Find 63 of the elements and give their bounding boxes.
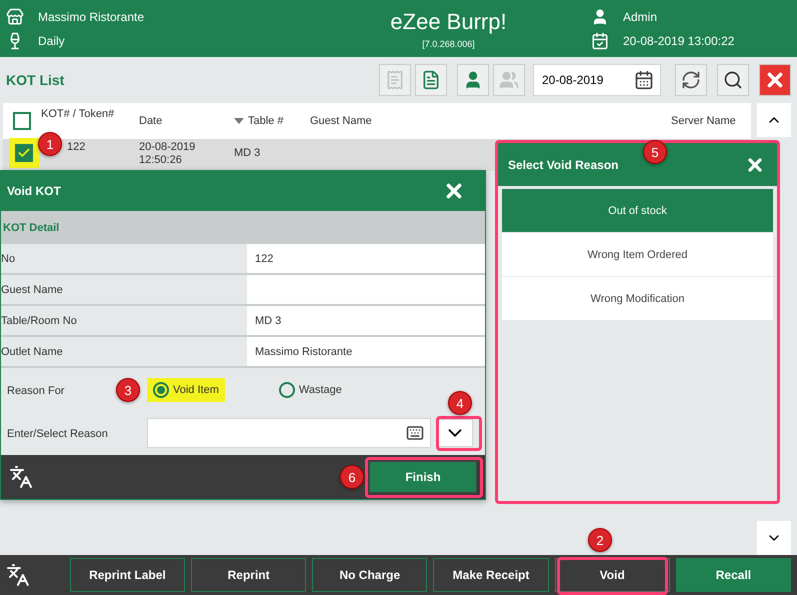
language-icon[interactable]: [6, 563, 30, 587]
radio-option[interactable]: Void Item: [147, 378, 225, 402]
field-label: Outlet Name: [1, 344, 64, 360]
keyboard-icon[interactable]: [406, 424, 424, 442]
refresh-button[interactable]: [675, 64, 707, 96]
sort-icon: [234, 118, 244, 124]
action-button[interactable]: Reprint Label: [70, 558, 186, 592]
reason-option[interactable]: Wrong Modification: [502, 277, 773, 321]
table-cell: 122: [67, 141, 86, 154]
field-value: MD 3: [247, 306, 485, 335]
language-icon[interactable]: [9, 465, 33, 489]
check-icon: [17, 146, 31, 160]
date-time: 20-08-2019 13:00:22: [623, 34, 734, 48]
users-icon: [499, 70, 519, 90]
dialog-title: Void KOT: [7, 184, 61, 198]
field-label: No: [1, 252, 16, 266]
field-label: Reason For: [7, 384, 64, 396]
view-button[interactable]: [415, 64, 447, 96]
column-header[interactable]: Guest Name: [310, 115, 671, 127]
outlet-name: Massimo Ristorante: [38, 10, 144, 24]
receipt-icon: [385, 70, 405, 90]
reason-option[interactable]: Out of stock: [502, 189, 773, 233]
search-icon: [723, 70, 743, 90]
page-title: KOT List: [6, 72, 66, 88]
radio-option[interactable]: Wastage: [272, 378, 348, 402]
action-button[interactable]: Make Receipt: [433, 558, 549, 592]
column-header[interactable]: Table #: [234, 115, 310, 127]
date-field[interactable]: 20-08-2019: [533, 64, 661, 96]
close-button[interactable]: [759, 64, 791, 96]
column-header[interactable]: Date: [139, 115, 234, 127]
column-header[interactable]: KOT# / Token#: [41, 103, 139, 120]
table-cell-text: 20-08-2019 12:50:26: [139, 141, 196, 167]
field-label: Table/Room No: [1, 314, 78, 328]
dropdown-button[interactable]: [437, 418, 473, 446]
table-cell-text: MD 3: [234, 146, 262, 160]
field-label: Guest Name: [1, 282, 64, 298]
user-icon: [591, 8, 609, 26]
finish-button[interactable]: Finish: [369, 461, 477, 493]
version-label: [7.0.268.006]: [422, 38, 475, 48]
calendar-icon: [634, 70, 654, 90]
action-button[interactable]: Reprint: [191, 558, 306, 592]
calendar-icon: [591, 32, 609, 50]
user-name: Admin: [623, 10, 658, 24]
action-button[interactable]: No Charge: [312, 558, 428, 592]
column-header[interactable]: Server Name: [671, 115, 751, 127]
field-value: Massimo Ristorante: [247, 337, 485, 366]
action-button[interactable]: Recall: [676, 558, 792, 592]
search-button[interactable]: [717, 64, 749, 96]
select-all-checkbox[interactable]: [13, 112, 31, 130]
field-value: 122: [247, 244, 485, 273]
reason-field[interactable]: [147, 418, 431, 448]
view-button[interactable]: [457, 64, 489, 96]
app-title: eZee Burrp!: [390, 8, 507, 34]
field-label: Enter/Select Reason: [7, 428, 108, 440]
action-button[interactable]: Void: [554, 558, 670, 592]
refresh-icon: [681, 70, 701, 90]
reason-option[interactable]: Wrong Item Ordered: [502, 233, 773, 277]
dialog-title: Select Void Reason: [508, 158, 618, 172]
period-label: Daily: [38, 34, 65, 48]
highlight-frame: [436, 416, 482, 451]
section-title: KOT Detail: [3, 222, 60, 234]
document-icon: [421, 70, 441, 90]
restaurant-icon: [6, 8, 24, 26]
